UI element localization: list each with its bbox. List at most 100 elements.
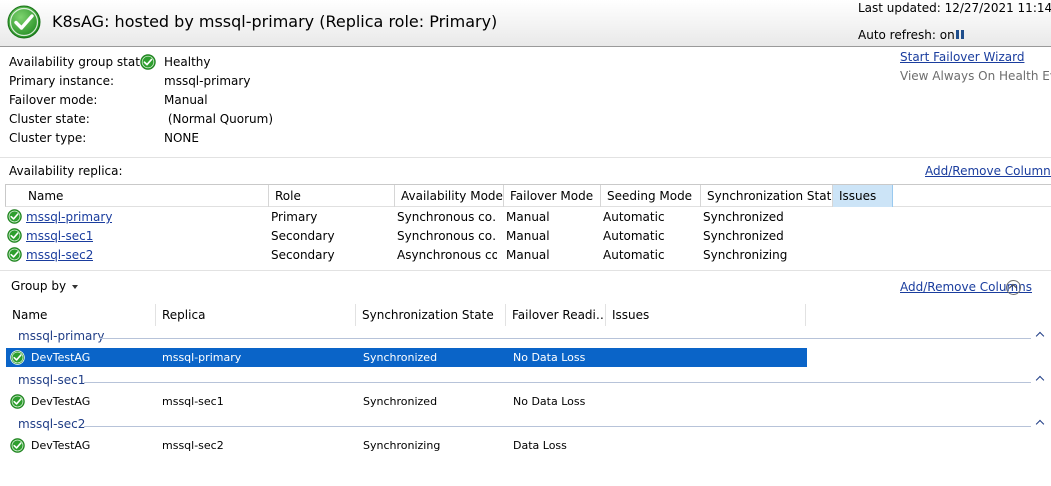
- view-health-events-link[interactable]: View Always On Health Events: [900, 69, 1051, 83]
- summary-row-primary: Primary instance: mssql-primary: [9, 72, 409, 91]
- summary-value: Manual: [164, 93, 208, 107]
- database-sync-state: Synchronized: [363, 395, 438, 408]
- summary-label: Failover mode:: [9, 93, 98, 107]
- column-header-sync-state[interactable]: Synchronization State: [356, 304, 506, 326]
- auto-refresh-text: Auto refresh: on: [858, 28, 955, 42]
- database-failover-readiness: No Data Loss: [513, 351, 586, 364]
- check-circle-icon: [10, 350, 25, 365]
- replica-name-link[interactable]: mssql-primary: [26, 210, 112, 224]
- summary-value: Healthy: [164, 55, 211, 69]
- summary-label: Cluster state:: [9, 112, 90, 126]
- column-header-seeding-mode[interactable]: Seeding Mode: [601, 185, 701, 207]
- summary-row-cluster-type: Cluster type: NONE: [9, 129, 409, 148]
- last-updated-text: Last updated: 12/27/2021 11:14:51 AM: [858, 1, 1051, 15]
- group-divider: [84, 426, 1031, 427]
- group-header-mssql-primary[interactable]: mssql-primary: [0, 329, 1051, 347]
- replica-name-link[interactable]: mssql-sec1: [26, 229, 93, 243]
- database-replica: mssql-sec1: [162, 395, 224, 408]
- collapse-up-icon[interactable]: [1006, 280, 1021, 295]
- replica-failover-mode: Manual: [506, 210, 550, 224]
- summary-value: mssql-primary: [164, 74, 251, 88]
- summary-label: Primary instance:: [9, 74, 115, 88]
- replica-sync-state: Synchronized: [703, 229, 784, 243]
- group-name: mssql-primary: [18, 329, 105, 343]
- database-name: DevTestAG: [31, 439, 91, 452]
- database-table-header: Name Replica Synchronization State Failo…: [0, 304, 1051, 326]
- database-sync-state: Synchronized: [363, 351, 438, 364]
- page-title: K8sAG: hosted by mssql-primary (Replica …: [52, 12, 498, 31]
- database-name: DevTestAG: [31, 351, 91, 364]
- database-replica: mssql-sec2: [162, 439, 224, 452]
- replica-availability-mode: Synchronous co…: [397, 229, 497, 243]
- summary-row-cluster-state: Cluster state: (Normal Quorum): [9, 110, 409, 129]
- database-name: DevTestAG: [31, 395, 91, 408]
- replica-seeding-mode: Automatic: [603, 229, 665, 243]
- group-divider: [84, 382, 1031, 383]
- column-header-availability-mode[interactable]: Availability Mode: [395, 185, 504, 207]
- column-header-failover-mode[interactable]: Failover Mode: [504, 185, 601, 207]
- database-row[interactable]: DevTestAG mssql-sec2 Synchronizing Data …: [6, 436, 807, 455]
- column-header-role[interactable]: Role: [269, 185, 395, 207]
- replica-role: Secondary: [271, 229, 335, 243]
- replica-row[interactable]: mssql-sec2 Secondary Asynchronous co… Ma…: [5, 245, 905, 264]
- replica-availability-mode: Asynchronous co…: [397, 248, 497, 262]
- replica-role: Secondary: [271, 248, 335, 262]
- chevron-up-icon[interactable]: [1035, 375, 1045, 385]
- check-circle-icon: [7, 209, 22, 224]
- group-divider: [100, 338, 1031, 339]
- replica-row[interactable]: mssql-primary Primary Synchronous co… Ma…: [5, 207, 905, 226]
- database-row[interactable]: DevTestAG mssql-sec1 Synchronized No Dat…: [6, 392, 807, 411]
- replica-failover-mode: Manual: [506, 229, 550, 243]
- column-header-issues[interactable]: Issues: [833, 185, 893, 207]
- column-header-replica[interactable]: Replica: [156, 304, 356, 326]
- summary-value: NONE: [164, 131, 199, 145]
- column-header-failover-readiness[interactable]: Failover Readi…: [506, 304, 606, 326]
- group-header-mssql-sec2[interactable]: mssql-sec2: [0, 417, 1051, 435]
- column-header-sync-state[interactable]: Synchronization State: [701, 185, 833, 207]
- check-circle-icon: [10, 438, 25, 453]
- column-header-name[interactable]: Name: [6, 304, 156, 326]
- summary-label: Cluster type:: [9, 131, 87, 145]
- availability-replica-label: Availability replica:: [9, 164, 123, 178]
- check-circle-icon: [7, 247, 22, 262]
- database-row[interactable]: DevTestAG mssql-primary Synchronized No …: [6, 348, 807, 367]
- check-circle-icon: [7, 228, 22, 243]
- database-failover-readiness: Data Loss: [513, 439, 567, 452]
- group-by-dropdown[interactable]: Group by: [11, 279, 79, 293]
- summary-row-state: Availability group state: Healthy: [9, 53, 409, 72]
- group-name: mssql-sec2: [18, 417, 86, 431]
- column-header-name[interactable]: Name: [6, 185, 269, 207]
- check-circle-icon: [7, 5, 41, 39]
- database-sync-state: Synchronizing: [363, 439, 441, 452]
- caret-down-icon: [72, 284, 79, 289]
- database-failover-readiness: No Data Loss: [513, 395, 586, 408]
- replica-sync-state: Synchronizing: [703, 248, 788, 262]
- replica-seeding-mode: Automatic: [603, 248, 665, 262]
- replica-name-link[interactable]: mssql-sec2: [26, 248, 93, 262]
- chevron-up-icon[interactable]: [1035, 419, 1045, 429]
- replica-row[interactable]: mssql-sec1 Secondary Synchronous co… Man…: [5, 226, 905, 245]
- check-circle-icon: [140, 54, 156, 70]
- group-by-label: Group by: [11, 279, 67, 293]
- database-replica: mssql-primary: [162, 351, 242, 364]
- group-header-mssql-sec1[interactable]: mssql-sec1: [0, 373, 1051, 391]
- chevron-up-icon[interactable]: [1035, 331, 1045, 341]
- dashboard-header: K8sAG: hosted by mssql-primary (Replica …: [0, 0, 1051, 47]
- replica-seeding-mode: Automatic: [603, 210, 665, 224]
- replica-sync-state: Synchronized: [703, 210, 784, 224]
- pause-icon[interactable]: [955, 29, 965, 40]
- summary-value: (Normal Quorum): [164, 112, 274, 126]
- check-circle-icon: [10, 394, 25, 409]
- summary-label: Availability group state:: [9, 55, 152, 69]
- summary-row-failover: Failover mode: Manual: [9, 91, 409, 110]
- column-header-issues[interactable]: Issues: [606, 304, 806, 326]
- replica-table-header: Name Role Availability Mode Failover Mod…: [5, 184, 1051, 207]
- start-failover-wizard-link[interactable]: Start Failover Wizard: [900, 50, 1024, 64]
- divider: [0, 157, 1051, 158]
- replica-role: Primary: [271, 210, 318, 224]
- replica-failover-mode: Manual: [506, 248, 550, 262]
- replica-availability-mode: Synchronous co…: [397, 210, 497, 224]
- add-remove-columns-link[interactable]: Add/Remove Columns: [925, 164, 1051, 178]
- group-name: mssql-sec1: [18, 373, 86, 387]
- divider: [0, 270, 1051, 271]
